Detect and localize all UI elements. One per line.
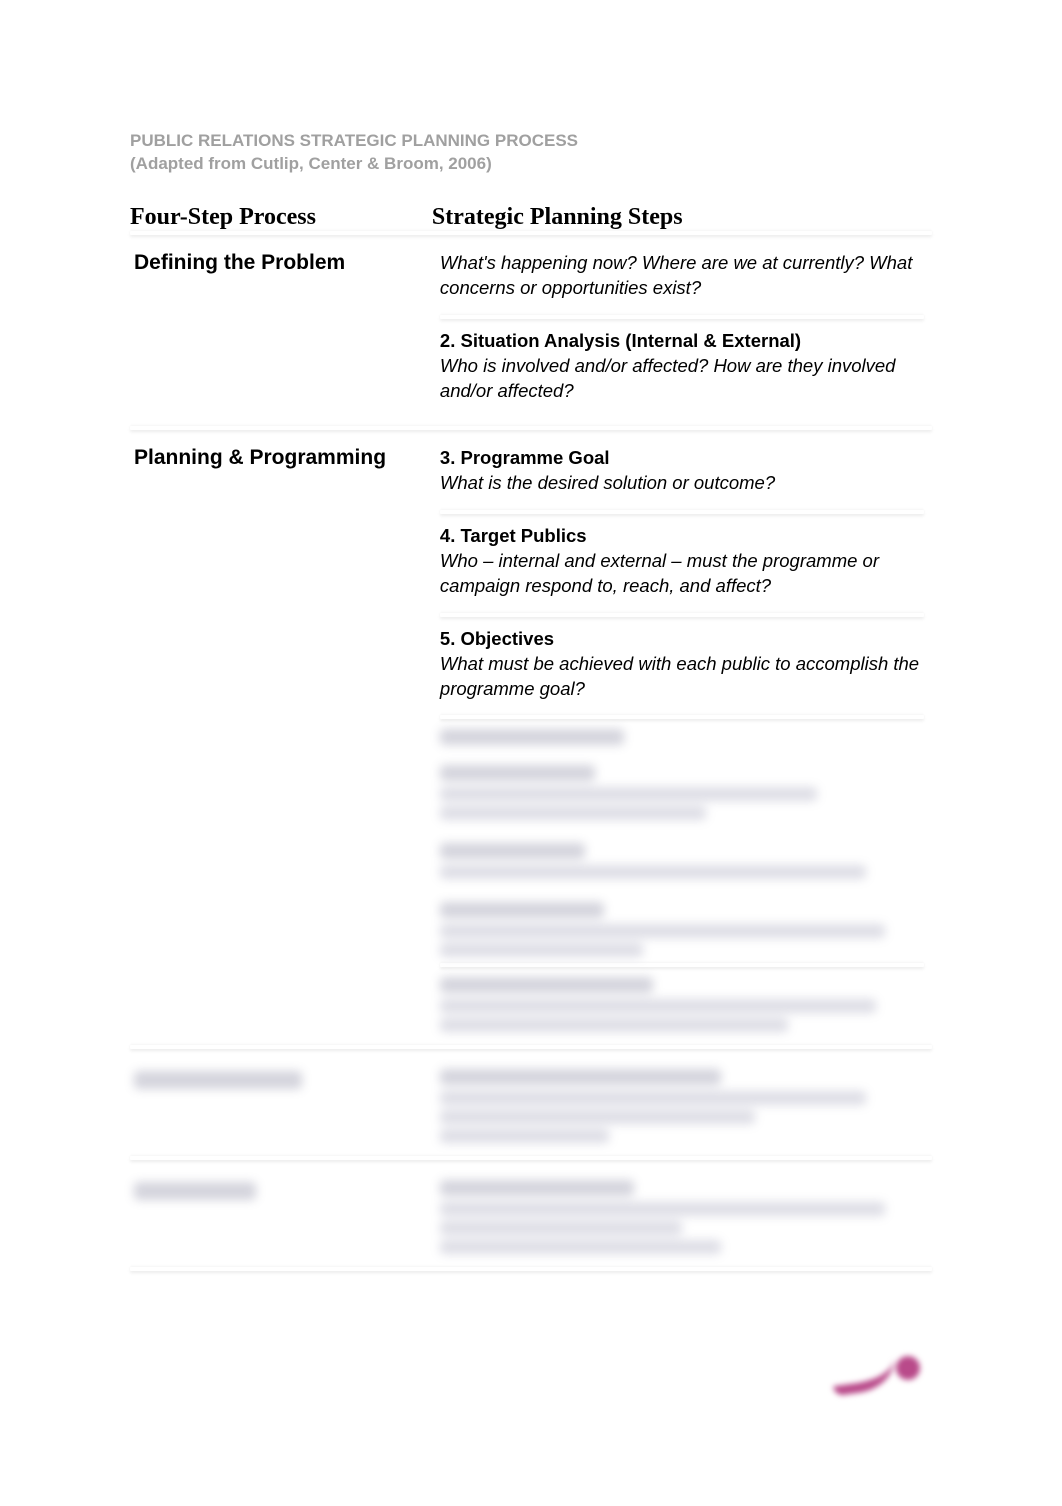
table-header-row: Four-Step Process Strategic Planning Ste… [130,204,932,231]
step-desc: What is the desired solution or outcome? [440,471,924,496]
table-row [130,1160,932,1267]
step-desc: What must be achieved with each public t… [440,652,924,702]
blurred-content [440,729,924,957]
table-row [130,1049,932,1156]
section-label: Defining the Problem [134,251,424,275]
blurred-content [134,1071,302,1089]
step-block: 3. Programme Goal What is the desired so… [440,446,924,496]
step-title: 4. Target Publics [440,524,924,549]
doc-title-line2: (Adapted from Cutlip, Center & Broom, 20… [130,154,492,173]
header-left: Four-Step Process [130,204,316,230]
document-title: PUBLIC RELATIONS STRATEGIC PLANNING PROC… [130,130,932,176]
table-row: Planning & Programming 3. Programme Goal… [130,430,932,1046]
step-block: 5. Objectives What must be achieved with… [440,627,924,702]
step-title: 5. Objectives [440,627,924,652]
blurred-content [440,1180,924,1254]
separator [440,715,924,719]
blurred-content [440,1069,924,1143]
separator [440,963,924,967]
table-row: Defining the Problem 1. The Problem, Con… [130,235,932,426]
separator [440,510,924,514]
separator [440,613,924,617]
step-title: 2. Situation Analysis (Internal & Extern… [440,329,924,354]
step-desc: What's happening now? Where are we at cu… [440,251,924,301]
separator [440,315,924,319]
planning-table: Four-Step Process Strategic Planning Ste… [130,204,932,1272]
header-right: Strategic Planning Steps [432,204,683,230]
step-block: 1. The Problem, Concern or Opportunity W… [440,251,924,301]
step-desc: Who – internal and external – must the p… [440,549,924,599]
doc-title-line1: PUBLIC RELATIONS STRATEGIC PLANNING PROC… [130,131,578,150]
blurred-content [440,977,924,1032]
step-block: 4. Target Publics Who – internal and ext… [440,524,924,599]
step-desc: Who is involved and/or affected? How are… [440,354,924,404]
separator [130,1267,932,1271]
blurred-content [134,1182,256,1200]
section-label: Planning & Programming [134,446,424,470]
step-block: 2. Situation Analysis (Internal & Extern… [440,329,924,404]
step-title: 3. Programme Goal [440,446,924,471]
logo-icon [832,1350,922,1396]
